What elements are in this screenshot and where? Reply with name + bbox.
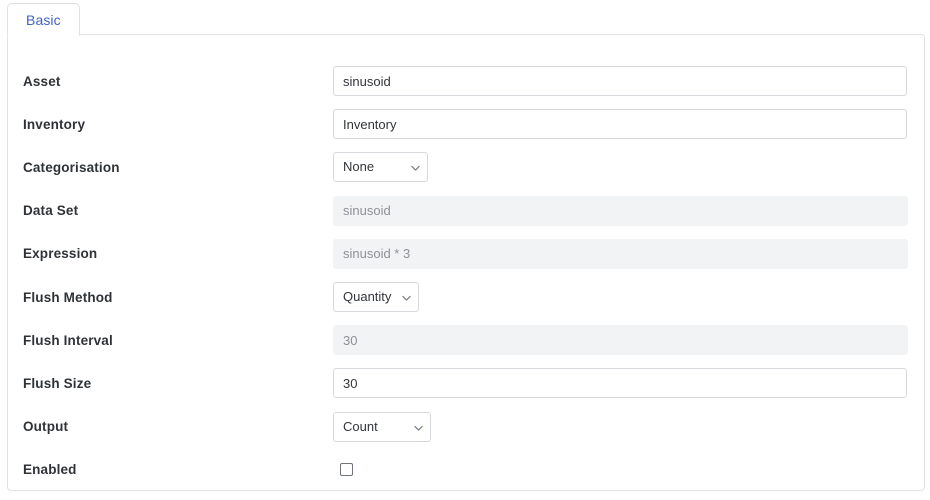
flush-method-select-wrap: Quantity — [333, 282, 419, 312]
label-flush-size: Flush Size — [23, 376, 91, 391]
form-row-categorisation: Categorisation None — [8, 152, 924, 182]
label-asset: Asset — [23, 74, 61, 89]
form-row-data-set: Data Set — [8, 196, 924, 226]
label-flush-method: Flush Method — [23, 290, 113, 305]
form-row-enabled: Enabled — [8, 455, 924, 485]
chevron-down-icon — [411, 165, 419, 173]
output-select[interactable]: Count — [333, 412, 431, 442]
tab-basic-label: Basic — [26, 12, 61, 28]
form-panel: Asset Inventory Categorisation None Data Set… — [7, 34, 925, 491]
categorisation-selected-value: None — [343, 153, 374, 181]
data-set-input — [333, 196, 908, 226]
form-row-expression: Expression — [8, 239, 924, 269]
control-flush-interval — [333, 325, 908, 355]
tab-basic[interactable]: Basic — [7, 3, 80, 36]
label-categorisation: Categorisation — [23, 160, 120, 175]
label-flush-interval: Flush Interval — [23, 333, 113, 348]
control-flush-size — [333, 368, 907, 398]
form-row-asset: Asset — [8, 66, 924, 96]
asset-input[interactable] — [333, 66, 907, 96]
form-page: Basic Asset Inventory Categorisation None Da… — [0, 0, 930, 500]
label-enabled: Enabled — [23, 462, 77, 477]
control-flush-method: Quantity — [333, 282, 419, 312]
flush-method-select[interactable]: Quantity — [333, 282, 419, 312]
inventory-input[interactable] — [333, 109, 907, 139]
categorisation-select-wrap: None — [333, 152, 428, 182]
expression-input — [333, 239, 908, 269]
flush-interval-input — [333, 325, 908, 355]
enabled-checkbox[interactable] — [340, 463, 353, 476]
output-select-wrap: Count — [333, 412, 431, 442]
flush-method-selected-value: Quantity — [343, 283, 391, 311]
form-row-inventory: Inventory — [8, 109, 924, 139]
control-asset — [333, 66, 907, 96]
label-data-set: Data Set — [23, 203, 78, 218]
chevron-down-icon — [402, 295, 410, 303]
control-enabled — [333, 463, 353, 476]
form-row-flush-method: Flush Method Quantity — [8, 282, 924, 312]
categorisation-select[interactable]: None — [333, 152, 428, 182]
form-row-flush-size: Flush Size — [8, 368, 924, 398]
tab-strip: Basic — [7, 2, 80, 36]
label-inventory: Inventory — [23, 117, 85, 132]
label-output: Output — [23, 419, 68, 434]
chevron-down-icon — [414, 425, 422, 433]
control-categorisation: None — [333, 152, 428, 182]
form-row-output: Output Count — [8, 412, 924, 442]
output-selected-value: Count — [343, 413, 378, 441]
control-output: Count — [333, 412, 431, 442]
control-expression — [333, 239, 908, 269]
label-expression: Expression — [23, 246, 97, 261]
form-row-flush-interval: Flush Interval — [8, 325, 924, 355]
flush-size-input[interactable] — [333, 368, 907, 398]
control-data-set — [333, 196, 908, 226]
control-inventory — [333, 109, 907, 139]
